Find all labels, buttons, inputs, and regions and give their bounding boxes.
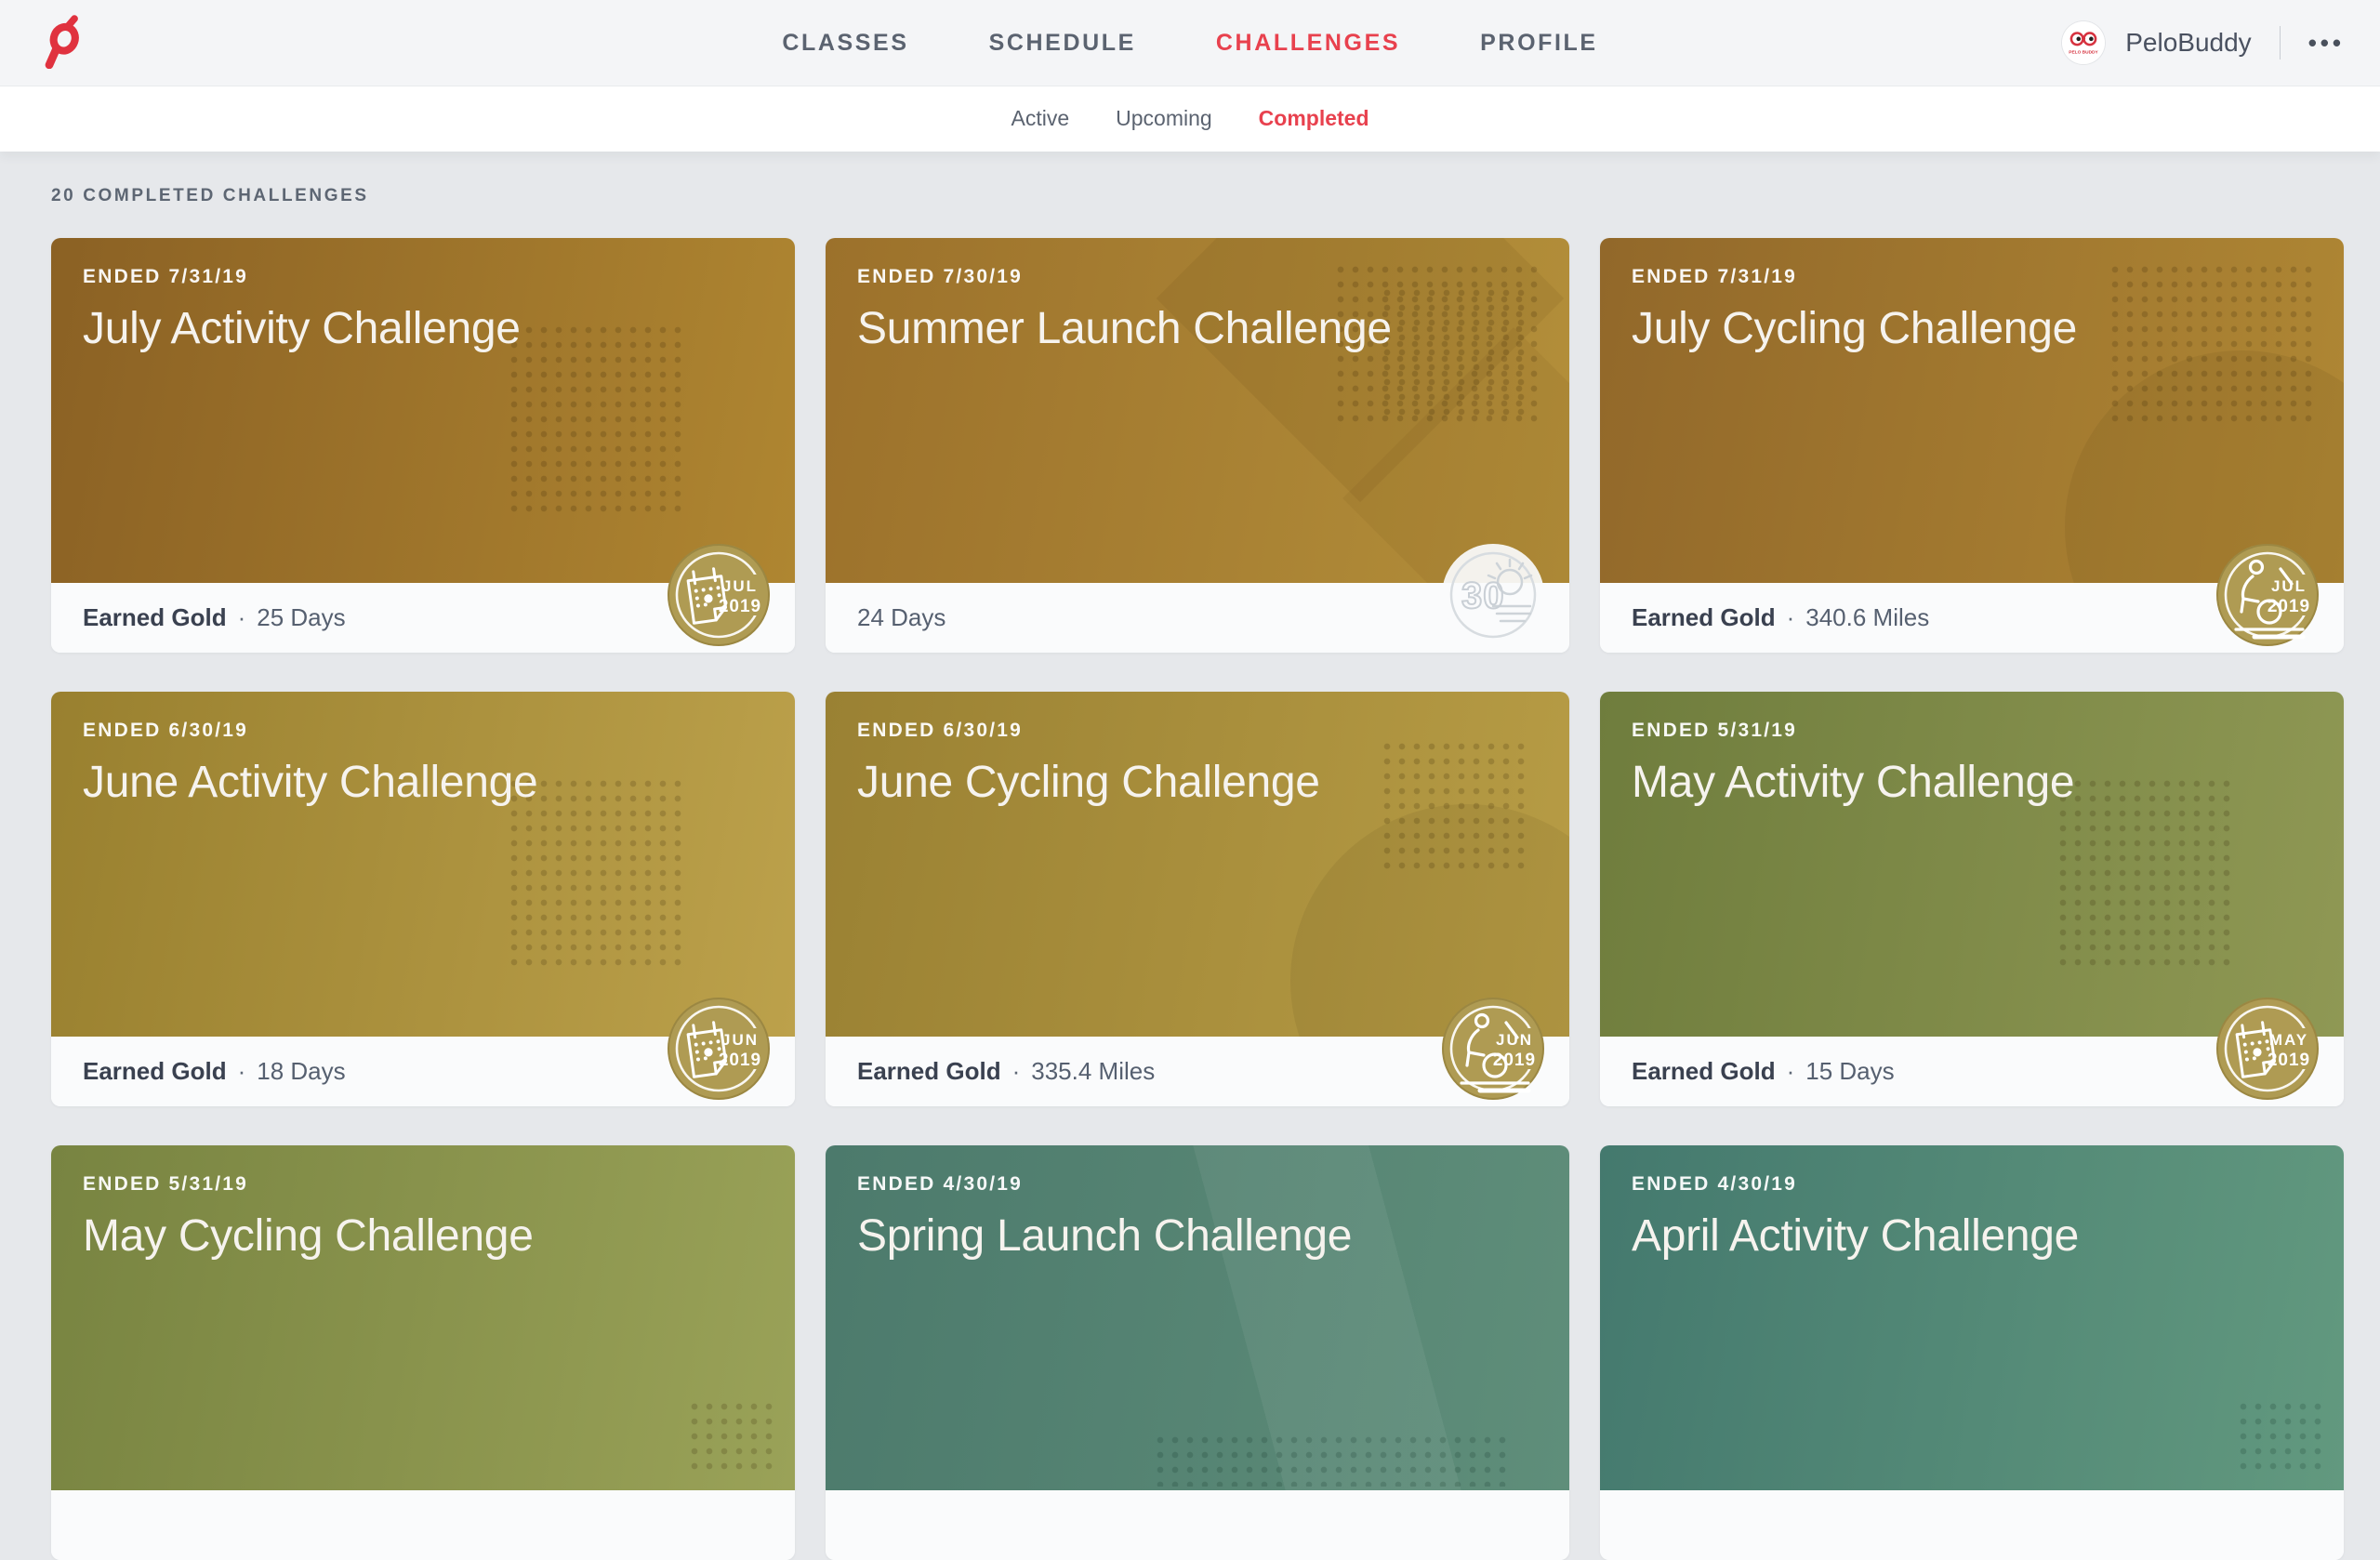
- tab-upcoming[interactable]: Upcoming: [1116, 106, 1212, 131]
- earned-tier-label: Earned Gold: [83, 603, 227, 632]
- challenge-card-may-activity[interactable]: ENDED 5/31/19 May Activity Challenge Ear…: [1600, 692, 2344, 1106]
- challenge-card-june-activity[interactable]: ENDED 6/30/19 June Activity Challenge Ea…: [51, 692, 795, 1106]
- user-name[interactable]: PeloBuddy: [2125, 28, 2251, 58]
- challenge-cover: ENDED 4/30/19 April Activity Challenge: [1600, 1145, 2344, 1490]
- top-nav-bar: CLASSES SCHEDULE CHALLENGES PROFILE PELO…: [0, 0, 2380, 86]
- user-avatar[interactable]: PELO BUDDY: [2062, 21, 2105, 64]
- challenge-ended-date: ENDED 7/31/19: [1632, 266, 2312, 288]
- gold-calendar-badge-icon: JUN 2019: [667, 997, 771, 1101]
- challenge-grid: ENDED 7/31/19 July Activity Challenge Ea…: [51, 238, 2344, 1560]
- challenge-metric: 15 Days: [1805, 1057, 1894, 1086]
- svg-text:30: 30: [1461, 575, 1505, 616]
- challenge-cover: ENDED 6/30/19 June Activity Challenge: [51, 692, 795, 1037]
- challenge-title: June Activity Challenge: [83, 759, 763, 808]
- challenge-card-april-activity[interactable]: ENDED 4/30/19 April Activity Challenge: [1600, 1145, 2344, 1560]
- challenge-cover: ENDED 7/30/19 Summer Launch Challenge: [826, 238, 1569, 583]
- challenge-title: May Activity Challenge: [1632, 759, 2312, 808]
- challenge-result: [51, 1490, 795, 1560]
- challenge-cover: ENDED 5/31/19 May Cycling Challenge: [51, 1145, 795, 1490]
- nav-item-challenges[interactable]: CHALLENGES: [1216, 30, 1400, 57]
- challenge-ended-date: ENDED 6/30/19: [857, 720, 1538, 742]
- header-divider: [2280, 26, 2281, 59]
- challenge-ended-date: ENDED 7/30/19: [857, 266, 1538, 288]
- challenge-metric: 25 Days: [257, 603, 345, 632]
- main-navigation: CLASSES SCHEDULE CHALLENGES PROFILE: [0, 30, 2380, 57]
- peloton-logo-icon[interactable]: [37, 15, 86, 69]
- tab-active[interactable]: Active: [1011, 106, 1069, 131]
- gold-calendar-badge-icon: MAY 2019: [2215, 997, 2320, 1101]
- nav-item-schedule[interactable]: SCHEDULE: [989, 30, 1136, 57]
- gold-calendar-badge-icon: JUL 2019: [667, 543, 771, 647]
- gold-cycling-badge-icon: JUL 2019: [2215, 543, 2320, 647]
- earned-tier-label: Earned Gold: [1632, 603, 1776, 632]
- challenges-tab-bar: Active Upcoming Completed: [0, 86, 2380, 152]
- earned-tier-label: Earned Gold: [83, 1057, 227, 1086]
- challenge-ended-date: ENDED 5/31/19: [1632, 720, 2312, 742]
- svg-text:PELO BUDDY: PELO BUDDY: [2069, 50, 2099, 56]
- gold-cycling-badge-icon: JUN 2019: [1441, 997, 1545, 1101]
- challenge-card-summer-launch[interactable]: ENDED 7/30/19 Summer Launch Challenge 24…: [826, 238, 1569, 653]
- challenge-ended-date: ENDED 4/30/19: [857, 1173, 1538, 1196]
- challenge-ended-date: ENDED 7/31/19: [83, 266, 763, 288]
- challenge-cover: ENDED 7/31/19 July Activity Challenge: [51, 238, 795, 583]
- challenge-title: Summer Launch Challenge: [857, 305, 1538, 354]
- earned-tier-label: Earned Gold: [1632, 1057, 1776, 1086]
- challenge-card-july-activity[interactable]: ENDED 7/31/19 July Activity Challenge Ea…: [51, 238, 795, 653]
- challenge-ended-date: ENDED 6/30/19: [83, 720, 763, 742]
- challenge-title: Spring Launch Challenge: [857, 1212, 1538, 1262]
- challenge-card-july-cycling[interactable]: ENDED 7/31/19 July Cycling Challenge Ear…: [1600, 238, 2344, 653]
- thirty-day-sun-badge-icon: 30: [1441, 543, 1545, 647]
- challenge-result: [826, 1490, 1569, 1560]
- challenge-cover: ENDED 7/31/19 July Cycling Challenge: [1600, 238, 2344, 583]
- challenge-title: April Activity Challenge: [1632, 1212, 2312, 1262]
- tab-completed[interactable]: Completed: [1259, 106, 1369, 131]
- challenge-ended-date: ENDED 4/30/19: [1632, 1173, 2312, 1196]
- challenge-title: May Cycling Challenge: [83, 1212, 763, 1262]
- earned-tier-label: Earned Gold: [857, 1057, 1001, 1086]
- challenge-title: July Cycling Challenge: [1632, 305, 2312, 354]
- challenge-cover: ENDED 5/31/19 May Activity Challenge: [1600, 692, 2344, 1037]
- challenge-metric: 18 Days: [257, 1057, 345, 1086]
- challenge-title: July Activity Challenge: [83, 305, 763, 354]
- challenge-metric: 24 Days: [857, 603, 945, 632]
- challenge-card-spring-launch[interactable]: ENDED 4/30/19 Spring Launch Challenge: [826, 1145, 1569, 1560]
- challenge-result: [1600, 1490, 2344, 1560]
- challenge-metric: 335.4 Miles: [1031, 1057, 1155, 1086]
- more-menu-icon[interactable]: •••: [2308, 31, 2345, 55]
- challenge-metric: 340.6 Miles: [1805, 603, 1929, 632]
- challenge-card-may-cycling[interactable]: ENDED 5/31/19 May Cycling Challenge: [51, 1145, 795, 1560]
- challenge-cover: ENDED 6/30/19 June Cycling Challenge: [826, 692, 1569, 1037]
- nav-item-profile[interactable]: PROFILE: [1480, 30, 1598, 57]
- challenge-cover: ENDED 4/30/19 Spring Launch Challenge: [826, 1145, 1569, 1490]
- user-menu: PELO BUDDY PeloBuddy •••: [2062, 0, 2345, 86]
- challenge-count-label: 20 COMPLETED CHALLENGES: [51, 186, 369, 206]
- nav-item-classes[interactable]: CLASSES: [782, 30, 908, 57]
- challenge-card-june-cycling[interactable]: ENDED 6/30/19 June Cycling Challenge Ear…: [826, 692, 1569, 1106]
- challenge-ended-date: ENDED 5/31/19: [83, 1173, 763, 1196]
- challenge-title: June Cycling Challenge: [857, 759, 1538, 808]
